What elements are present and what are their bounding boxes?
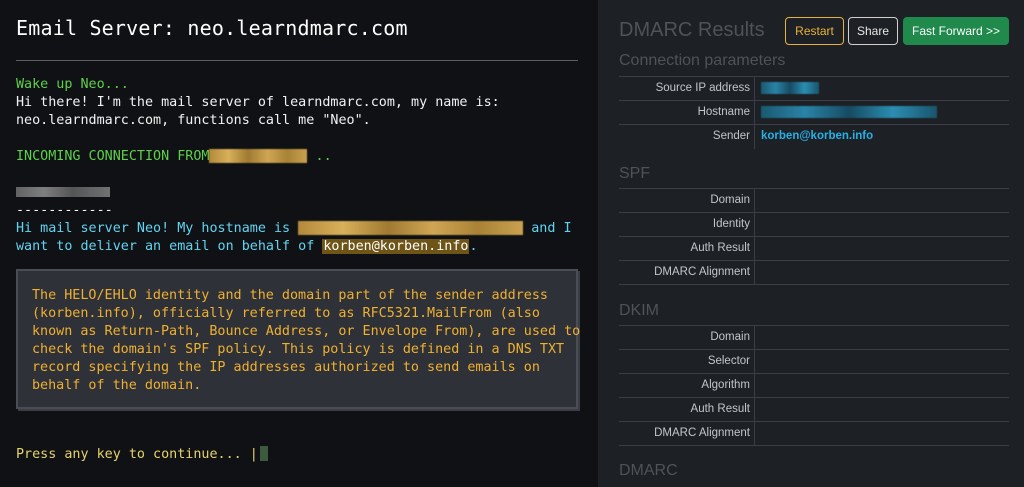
dmarc-heading: DMARC xyxy=(619,462,678,479)
redacted-source-ip xyxy=(761,82,819,94)
intro-line-2: neo.learndmarc.com, functions call me "N… xyxy=(16,113,371,128)
connection-heading: Connection parameters xyxy=(619,52,786,69)
row-separator xyxy=(754,101,755,124)
client-line-1-a: Hi mail server Neo! My hostname is xyxy=(16,221,299,236)
spf-domain-label: Domain xyxy=(710,194,750,206)
hostname-label: Hostname xyxy=(697,106,750,118)
dkim-domain-label: Domain xyxy=(710,331,750,343)
continue-prompt[interactable]: Press any key to continue... | xyxy=(16,446,268,464)
spf-identity-label: Identity xyxy=(712,218,750,230)
client-line-1: Hi mail server Neo! My hostname is and I xyxy=(16,220,572,238)
client-line-2-a: want to deliver an email on behalf of xyxy=(16,239,323,254)
sender-highlight: korben@korben.info xyxy=(322,239,470,254)
row-separator xyxy=(754,326,755,349)
client-line-1-b: and I xyxy=(523,221,572,236)
redacted-hostname-value xyxy=(761,106,937,118)
source-ip-label: Source IP address xyxy=(655,82,750,94)
row-separator xyxy=(754,237,755,260)
redacted-ip xyxy=(209,149,308,163)
spf-alignment-label: DMARC Alignment xyxy=(654,266,750,278)
source-ip-row: Source IP address xyxy=(619,77,1009,101)
restart-button[interactable]: Restart xyxy=(785,17,844,45)
row-separator xyxy=(754,374,755,397)
terminal-title: Email Server: neo.learndmarc.com xyxy=(16,16,408,40)
dkim-heading: DKIM xyxy=(619,302,659,319)
wake-line: Wake up Neo... xyxy=(16,77,129,92)
row-separator xyxy=(754,125,755,149)
row-separator xyxy=(754,350,755,373)
row-separator xyxy=(754,189,755,212)
dmarc-results-panel: DMARC Results Restart Share Fast Forward… xyxy=(598,0,1024,487)
sender-value[interactable]: korben@korben.info xyxy=(761,130,873,142)
dkim-alignment-row: DMARC Alignment xyxy=(619,422,1009,446)
share-button[interactable]: Share xyxy=(848,17,898,45)
dkim-algorithm-row: Algorithm xyxy=(619,374,1009,398)
sender-label: Sender xyxy=(712,130,750,142)
incoming-line: INCOMING CONNECTION FROM .. xyxy=(16,148,332,166)
spf-auth-result-row: Auth Result xyxy=(619,237,1009,261)
dkim-alignment-label: DMARC Alignment xyxy=(654,427,750,439)
redacted-hostname xyxy=(298,221,524,235)
dkim-auth-result-label: Auth Result xyxy=(690,403,750,415)
spf-identity-row: Identity xyxy=(619,213,1009,237)
redacted-client-text xyxy=(16,187,110,197)
incoming-label: INCOMING CONNECTION FROM xyxy=(16,149,210,164)
client-line-2-b: . xyxy=(469,239,478,254)
row-separator xyxy=(754,398,755,421)
spf-heading: SPF xyxy=(619,165,651,182)
spf-domain-row: Domain xyxy=(619,189,1009,213)
fast-forward-button[interactable]: Fast Forward >> xyxy=(903,17,1009,45)
dkim-domain-row: Domain xyxy=(619,326,1009,350)
client-line-2: want to deliver an email on behalf of ko… xyxy=(16,238,478,256)
continue-prompt-text: Press any key to continue... | xyxy=(16,447,258,462)
sender-row: Sender korben@korben.info xyxy=(619,125,1009,149)
terminal-panel[interactable]: Email Server: neo.learndmarc.com Wake up… xyxy=(0,0,598,487)
row-separator xyxy=(754,422,755,445)
dkim-auth-result-row: Auth Result xyxy=(619,398,1009,422)
dkim-algorithm-label: Algorithm xyxy=(701,379,750,391)
row-separator xyxy=(754,213,755,236)
hostname-row: Hostname xyxy=(619,101,1009,125)
row-separator xyxy=(754,261,755,284)
terminal-divider xyxy=(16,60,578,61)
incoming-tail: .. xyxy=(307,149,332,164)
redacted-line xyxy=(16,184,110,202)
dkim-selector-label: Selector xyxy=(707,355,750,367)
results-title: DMARC Results xyxy=(619,19,765,41)
dkim-selector-row: Selector xyxy=(619,350,1009,374)
row-separator xyxy=(754,77,755,100)
dash-separator: ------------ xyxy=(16,203,113,218)
intro-line-1: Hi there! I'm the mail server of learndm… xyxy=(16,95,500,110)
text-cursor xyxy=(259,446,268,461)
spf-alignment-row: DMARC Alignment xyxy=(619,261,1009,285)
spf-info-box: The HELO/EHLO identity and the domain pa… xyxy=(16,269,580,409)
spf-auth-result-label: Auth Result xyxy=(690,242,750,254)
